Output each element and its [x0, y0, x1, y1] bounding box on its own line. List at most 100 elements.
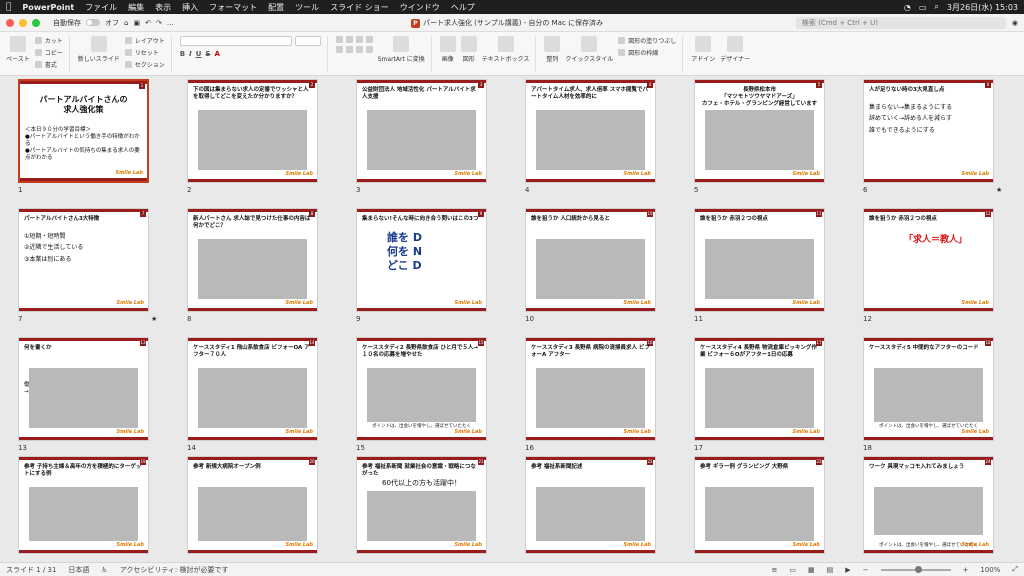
align-left-icon[interactable] — [335, 46, 343, 53]
slide-preview[interactable]: 11 誰を狙うか 赤羽２つの視点 Smile Lab — [694, 208, 825, 312]
slide-preview[interactable]: 3 公益財団法人 地域活性化 パートアルバイト求人支援 Smile Lab — [356, 79, 487, 183]
save-icon[interactable]: ▣ — [133, 19, 140, 27]
smartart-button[interactable]: SmartArt に変換 — [378, 36, 425, 63]
slide-preview[interactable]: 16 ケーススタディ3 長野県 病院の清掃員求人 ビフォーA アフター Smile … — [525, 337, 656, 441]
slide-preview[interactable]: 18 ケーススタディ5 中間的なアフターのコード ポイントは、出会いを増やし、選ばせ… — [863, 337, 994, 441]
slide-preview[interactable]: 13何を書くか働きたい人たちの困りごとは何か？ →求人原稿に絶対に載せる！Smi… — [18, 337, 149, 441]
reading-view-icon[interactable]: ▤ — [827, 566, 834, 574]
indent-icon[interactable] — [355, 36, 363, 43]
zoom-level[interactable]: 100% — [980, 566, 1000, 574]
font-name-select[interactable] — [179, 36, 292, 46]
undo-icon[interactable]: ↶ — [145, 19, 151, 27]
slideshow-view-icon[interactable]: ▶ — [845, 566, 850, 574]
slide-preview[interactable]: 21 参考 福祉系新聞 就業社会の意識・戦略につながった 60代以上の方も活躍中！ S… — [356, 456, 487, 554]
slide-preview[interactable]: 12 誰を狙うか 赤羽２つの視点 「求人＝教人」 Smile Lab — [863, 208, 994, 312]
quickstyles-button[interactable]: クイックスタイル — [565, 36, 613, 63]
slide-preview[interactable]: 15 ケーススタディ2 長野県飲食店 ひと月で５人→１０名の応募を増やせた ポイント… — [356, 337, 487, 441]
menu-help[interactable]: ヘルプ — [451, 2, 475, 13]
shape-outline-button[interactable]: 図形の枠線 — [618, 48, 676, 57]
slide-preview[interactable]: 2 下の図は集まらない求人の定番でワッシャと⼈を取得してどこを変えたか分かりますか… — [187, 79, 318, 183]
zoom-out-icon[interactable]: − — [863, 566, 869, 574]
bold-icon[interactable]: B — [180, 50, 185, 58]
reset-button[interactable]: リセット — [124, 48, 165, 57]
section-button[interactable]: セクション — [124, 60, 165, 69]
slide-preview[interactable]: 1 パートアルバイトさんの 求人強化策 ＜本日９０分の学習目標＞ ●パートアルバイト… — [18, 79, 149, 183]
home-icon[interactable]: ⌂ — [124, 19, 128, 27]
font-size-select[interactable] — [294, 36, 321, 46]
addins-button[interactable]: アドイン — [691, 36, 715, 63]
fit-window-icon[interactable]: ⤢ — [1012, 565, 1018, 574]
app-name[interactable]: PowerPoint — [22, 3, 74, 12]
zoom-in-icon[interactable]: + — [963, 566, 969, 574]
menu-file[interactable]: ファイル — [85, 2, 117, 13]
wifi-icon[interactable]: ◔ — [904, 3, 911, 12]
align-right-icon[interactable] — [355, 46, 363, 53]
slide-preview[interactable]: 5 長野県松本市 「マツモトツウヤマドアーズ」 カフェ・ホテル・グランピング経営し… — [694, 79, 825, 183]
menu-view[interactable]: 表示 — [155, 2, 171, 13]
italic-icon[interactable]: I — [189, 50, 192, 58]
strikethrough-icon[interactable]: S — [205, 50, 210, 58]
slide-preview[interactable]: 14 ケーススタディ1 飛山系飲食店 ビフォーOA アフター７０人 Smile La… — [187, 337, 318, 441]
layout-button[interactable]: レイアウト — [124, 36, 165, 45]
menu-edit[interactable]: 編集 — [128, 2, 144, 13]
menu-tools[interactable]: ツール — [295, 2, 319, 13]
underline-icon[interactable]: U — [196, 50, 202, 58]
accessibility-status[interactable]: アクセシビリティ: 検討が必要です — [120, 565, 229, 575]
zoom-window-button[interactable] — [32, 18, 40, 27]
font-color-icon[interactable]: A — [214, 50, 219, 58]
shape-fill-button[interactable]: 図形の塗りつぶし — [618, 36, 676, 45]
align-center-icon[interactable] — [345, 46, 353, 53]
slide-preview[interactable]: 6 人が足りない時の3大見直し点 集まらない→集まるようにする 辞めていく→辞める人… — [863, 79, 994, 183]
arrange-button[interactable]: 整列 — [544, 36, 561, 63]
battery-icon[interactable]: ▭ — [919, 3, 927, 12]
bullets-icon[interactable] — [335, 36, 343, 43]
notes-button[interactable]: ≡ — [771, 566, 777, 574]
slide-preview[interactable]: 9 集まらない!そんな時に向き合う問いはこの3つ 誰を D 何を N どこ D Smi… — [356, 208, 487, 312]
redo-icon[interactable]: ↷ — [156, 19, 162, 27]
menu-slideshow[interactable]: スライド ショー — [330, 2, 389, 13]
menu-arrange[interactable]: 配置 — [268, 2, 284, 13]
copy-button[interactable]: コピー — [34, 48, 63, 57]
language-indicator[interactable]: 日本語 — [68, 565, 89, 575]
zoom-slider[interactable] — [880, 565, 951, 573]
menu-insert[interactable]: 挿入 — [182, 2, 198, 13]
designer-button[interactable]: デザイナー — [720, 36, 750, 63]
clock[interactable]: 3月26日(水) 15:03 — [947, 2, 1018, 13]
slide-preview[interactable]: 10 誰を狙うか 人口統計から見ると Smile Lab — [525, 208, 656, 312]
picture-button[interactable]: 画像 — [439, 36, 456, 63]
picture-label: 画像 — [441, 56, 454, 63]
apple-icon[interactable]:  — [6, 2, 11, 12]
menu-window[interactable]: ウインドウ — [400, 2, 440, 13]
more-icon[interactable]: … — [167, 19, 174, 27]
minimize-window-button[interactable] — [19, 18, 27, 27]
slide-preview[interactable]: 19 参考 子持ち主婦＆高年の方を積極的にターゲットにする例 Smile Lab — [18, 456, 149, 554]
justify-icon[interactable] — [365, 46, 373, 53]
menu-format[interactable]: フォーマット — [209, 2, 257, 13]
normal-view-icon[interactable]: ▭ — [789, 566, 796, 574]
slide-preview[interactable]: 20 参考 新規大病院オープン例 Smile Lab — [187, 456, 318, 554]
numbering-icon[interactable] — [345, 36, 353, 43]
textbox-button[interactable]: テキストボックス — [482, 36, 529, 63]
slide-preview[interactable]: 8 新人パートさん 求人誌で見つけた仕事の内容は何かでどこ？ Smile Lab — [187, 208, 318, 312]
slide-preview[interactable]: 22 参考 福祉系新聞記述 Smile Lab — [525, 456, 656, 554]
slide-preview[interactable]: 4 アパートタイム求人、求人倍率 スマホ閲覧でパートタイム人材を効率的に Smile… — [525, 79, 656, 183]
shapes-button[interactable]: 図形 — [460, 36, 477, 63]
slide-preview[interactable]: 24 ワーク 具現マッコモ入れてみましょう ポイントは、出会いを増やし、選ばせていた… — [863, 456, 994, 554]
cut-button[interactable]: カット — [34, 36, 63, 45]
slide-preview[interactable]: 17 ケーススタディ4 長野県 物流倉庫ピッキング作業 ビフォー６Oがアフター1日… — [694, 337, 825, 441]
slide-preview[interactable]: 23 参考 ギラー例 グランピング 大野県 Smile Lab — [694, 456, 825, 554]
slide-sorter-view-icon[interactable]: ▦ — [808, 566, 815, 574]
account-icon[interactable]: ◉ — [1012, 19, 1018, 27]
slide-header-bar — [188, 209, 317, 212]
smile-lab-logo: Smile Lab — [285, 429, 313, 435]
paste-button[interactable]: ペースト — [6, 36, 30, 63]
autosave-toggle[interactable] — [86, 19, 100, 26]
slide-number-label: 14 — [187, 444, 196, 452]
close-window-button[interactable] — [6, 18, 14, 27]
format-painter-button[interactable]: 書式 — [34, 60, 63, 69]
search-input[interactable]: 検索 (Cmd + Ctrl + U) — [795, 16, 1006, 29]
new-slide-button[interactable]: 新しいスライド — [78, 36, 120, 63]
outdent-icon[interactable] — [365, 36, 373, 43]
search-menu-icon[interactable]: ⌕ — [934, 2, 938, 12]
slide-preview[interactable]: 7 パートアルバイトさん3大特徴 ①短期・短時間 ②近隣で生活している ③本業は別に… — [18, 208, 149, 312]
